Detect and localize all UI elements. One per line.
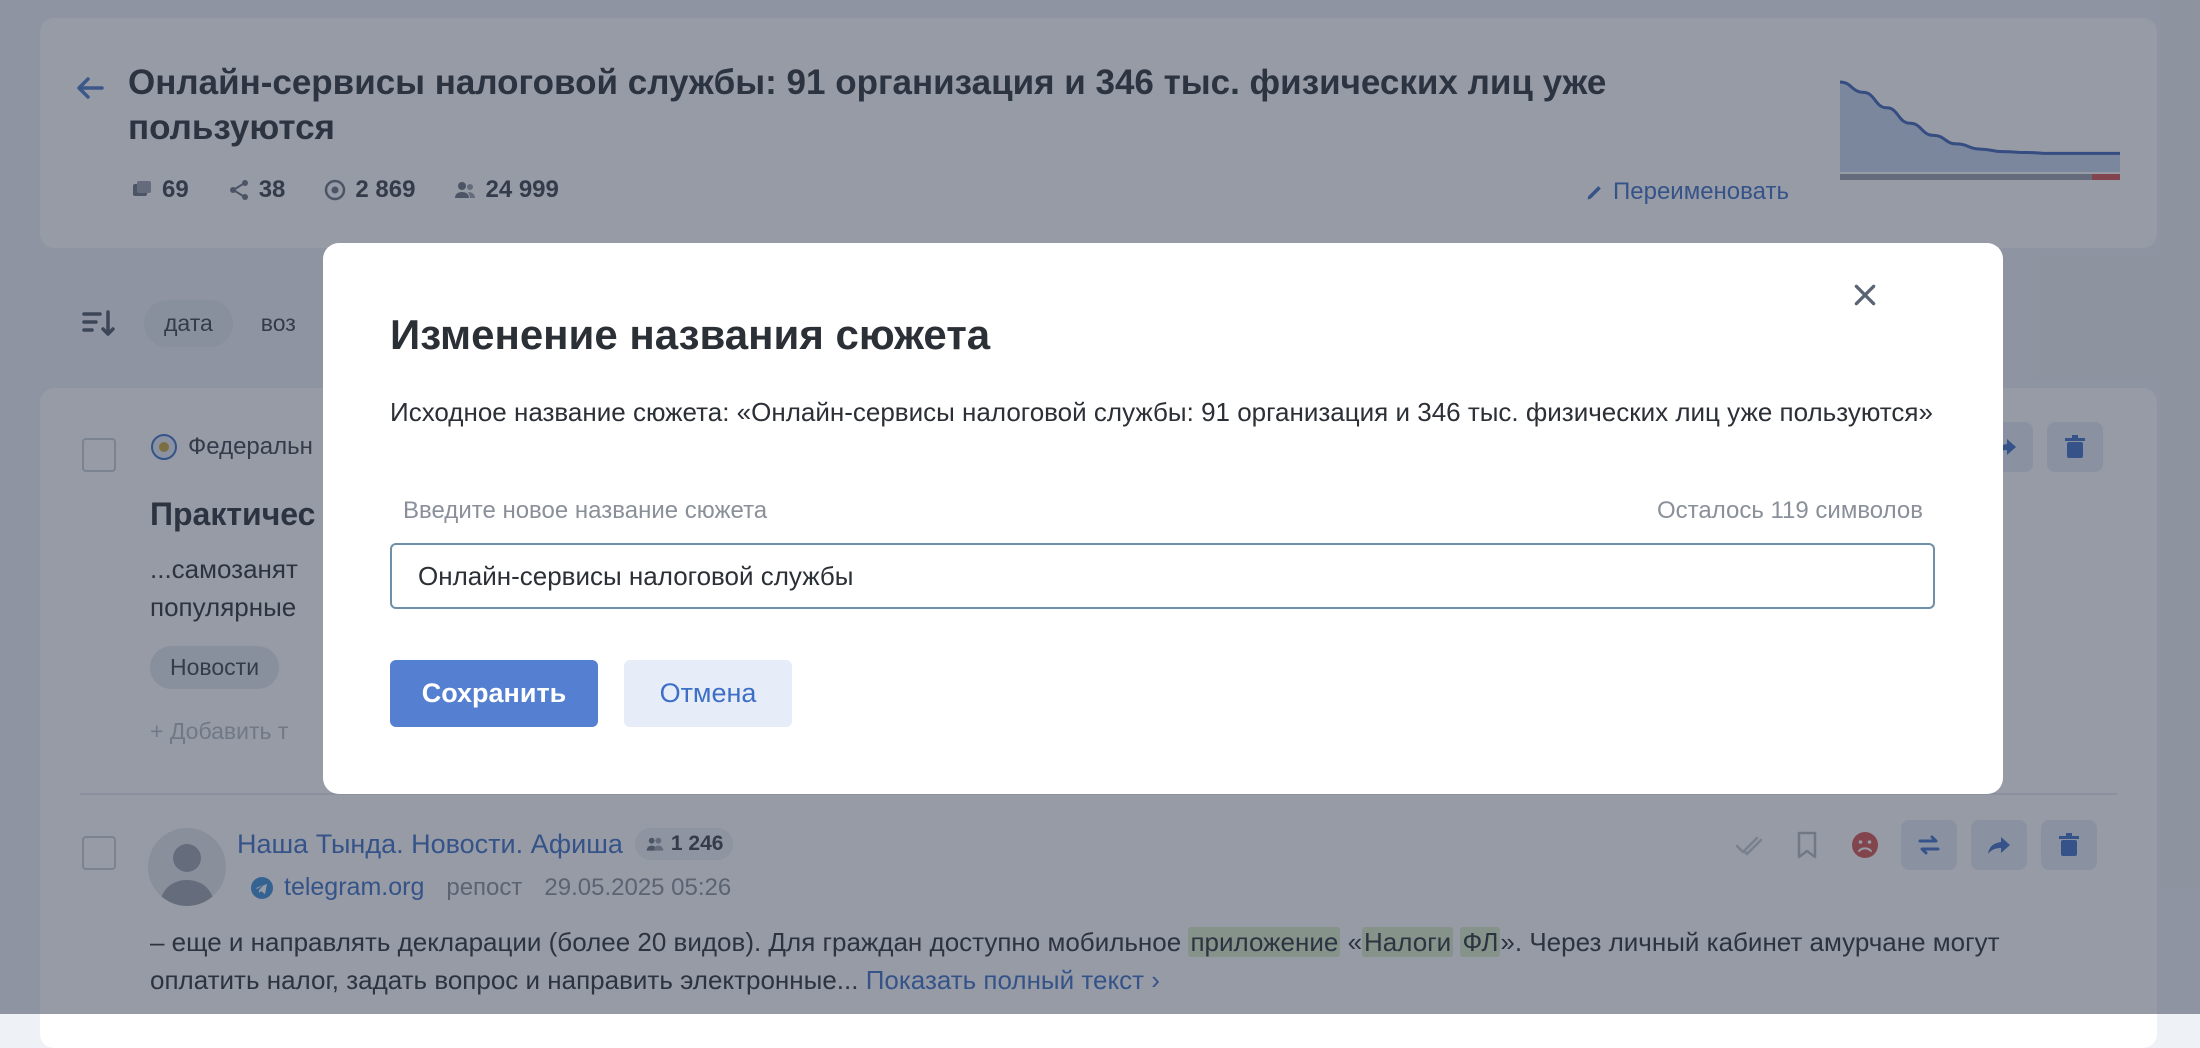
modal-close-button[interactable] — [1843, 273, 1887, 317]
rename-story-modal: Изменение названия сюжета Исходное назва… — [323, 243, 2003, 794]
new-name-input[interactable] — [390, 543, 1935, 609]
save-button[interactable]: Сохранить — [390, 660, 598, 727]
modal-original-name: Исходное название сюжета: «Онлайн-сервис… — [390, 395, 1950, 429]
cancel-button[interactable]: Отмена — [624, 660, 792, 727]
remaining-chars-counter: Осталось 119 символов — [1657, 497, 1923, 525]
page: Онлайн-сервисы налоговой службы: 91 орга… — [0, 0, 2200, 1014]
modal-title: Изменение названия сюжета — [390, 311, 990, 359]
close-icon — [1852, 282, 1878, 308]
new-name-field-label: Введите новое название сюжета — [403, 497, 767, 525]
